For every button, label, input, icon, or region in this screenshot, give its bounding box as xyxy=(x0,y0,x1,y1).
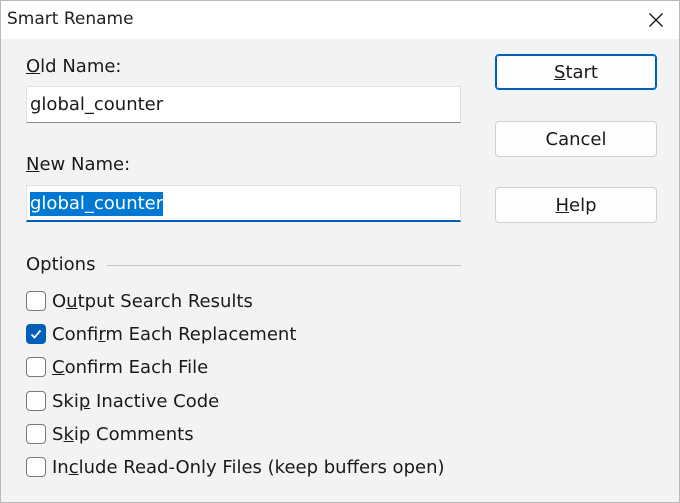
new-name-label: New Name: xyxy=(26,154,131,175)
option-output-search-results[interactable]: Output Search Results xyxy=(26,288,253,314)
option-skip-comments[interactable]: Skip Comments xyxy=(26,421,194,447)
help-button[interactable]: Help xyxy=(495,187,657,223)
include-read-only-files-label: Include Read-Only Files (keep buffers op… xyxy=(52,456,445,478)
smart-rename-dialog: Smart Rename Old Name: global_counter Ne… xyxy=(0,0,680,503)
skip-inactive-code-checkbox[interactable] xyxy=(26,391,46,411)
start-button[interactable]: Start xyxy=(495,54,657,90)
old-name-field[interactable]: global_counter xyxy=(26,86,461,123)
new-name-field[interactable]: global_counter xyxy=(26,185,461,222)
close-button[interactable] xyxy=(633,1,679,39)
option-confirm-each-replacement[interactable]: Confirm Each Replacement xyxy=(26,321,296,347)
cancel-button[interactable]: Cancel xyxy=(495,121,657,157)
old-name-label: Old Name: xyxy=(26,56,122,77)
output-search-results-label: Output Search Results xyxy=(52,290,253,312)
skip-inactive-code-label: Skip Inactive Code xyxy=(52,390,220,412)
options-group-label: Options xyxy=(26,254,96,275)
title-bar: Smart Rename xyxy=(1,1,679,39)
option-confirm-each-file[interactable]: Confirm Each File xyxy=(26,354,208,380)
close-icon xyxy=(648,12,664,28)
options-group-divider xyxy=(107,265,461,266)
output-search-results-checkbox[interactable] xyxy=(26,291,46,311)
checkmark-icon xyxy=(30,329,42,339)
new-name-value: global_counter xyxy=(30,192,164,216)
confirm-each-file-checkbox[interactable] xyxy=(26,357,46,377)
confirm-each-file-label: Confirm Each File xyxy=(52,356,209,378)
skip-comments-checkbox[interactable] xyxy=(26,424,46,444)
option-skip-inactive-code[interactable]: Skip Inactive Code xyxy=(26,388,219,414)
window-title: Smart Rename xyxy=(7,9,134,29)
skip-comments-label: Skip Comments xyxy=(52,423,194,445)
option-include-read-only-files[interactable]: Include Read-Only Files (keep buffers op… xyxy=(26,454,445,480)
include-read-only-files-checkbox[interactable] xyxy=(26,457,46,477)
confirm-each-replacement-label: Confirm Each Replacement xyxy=(52,323,297,345)
old-name-value: global_counter xyxy=(30,94,164,115)
confirm-each-replacement-checkbox[interactable] xyxy=(26,324,46,344)
